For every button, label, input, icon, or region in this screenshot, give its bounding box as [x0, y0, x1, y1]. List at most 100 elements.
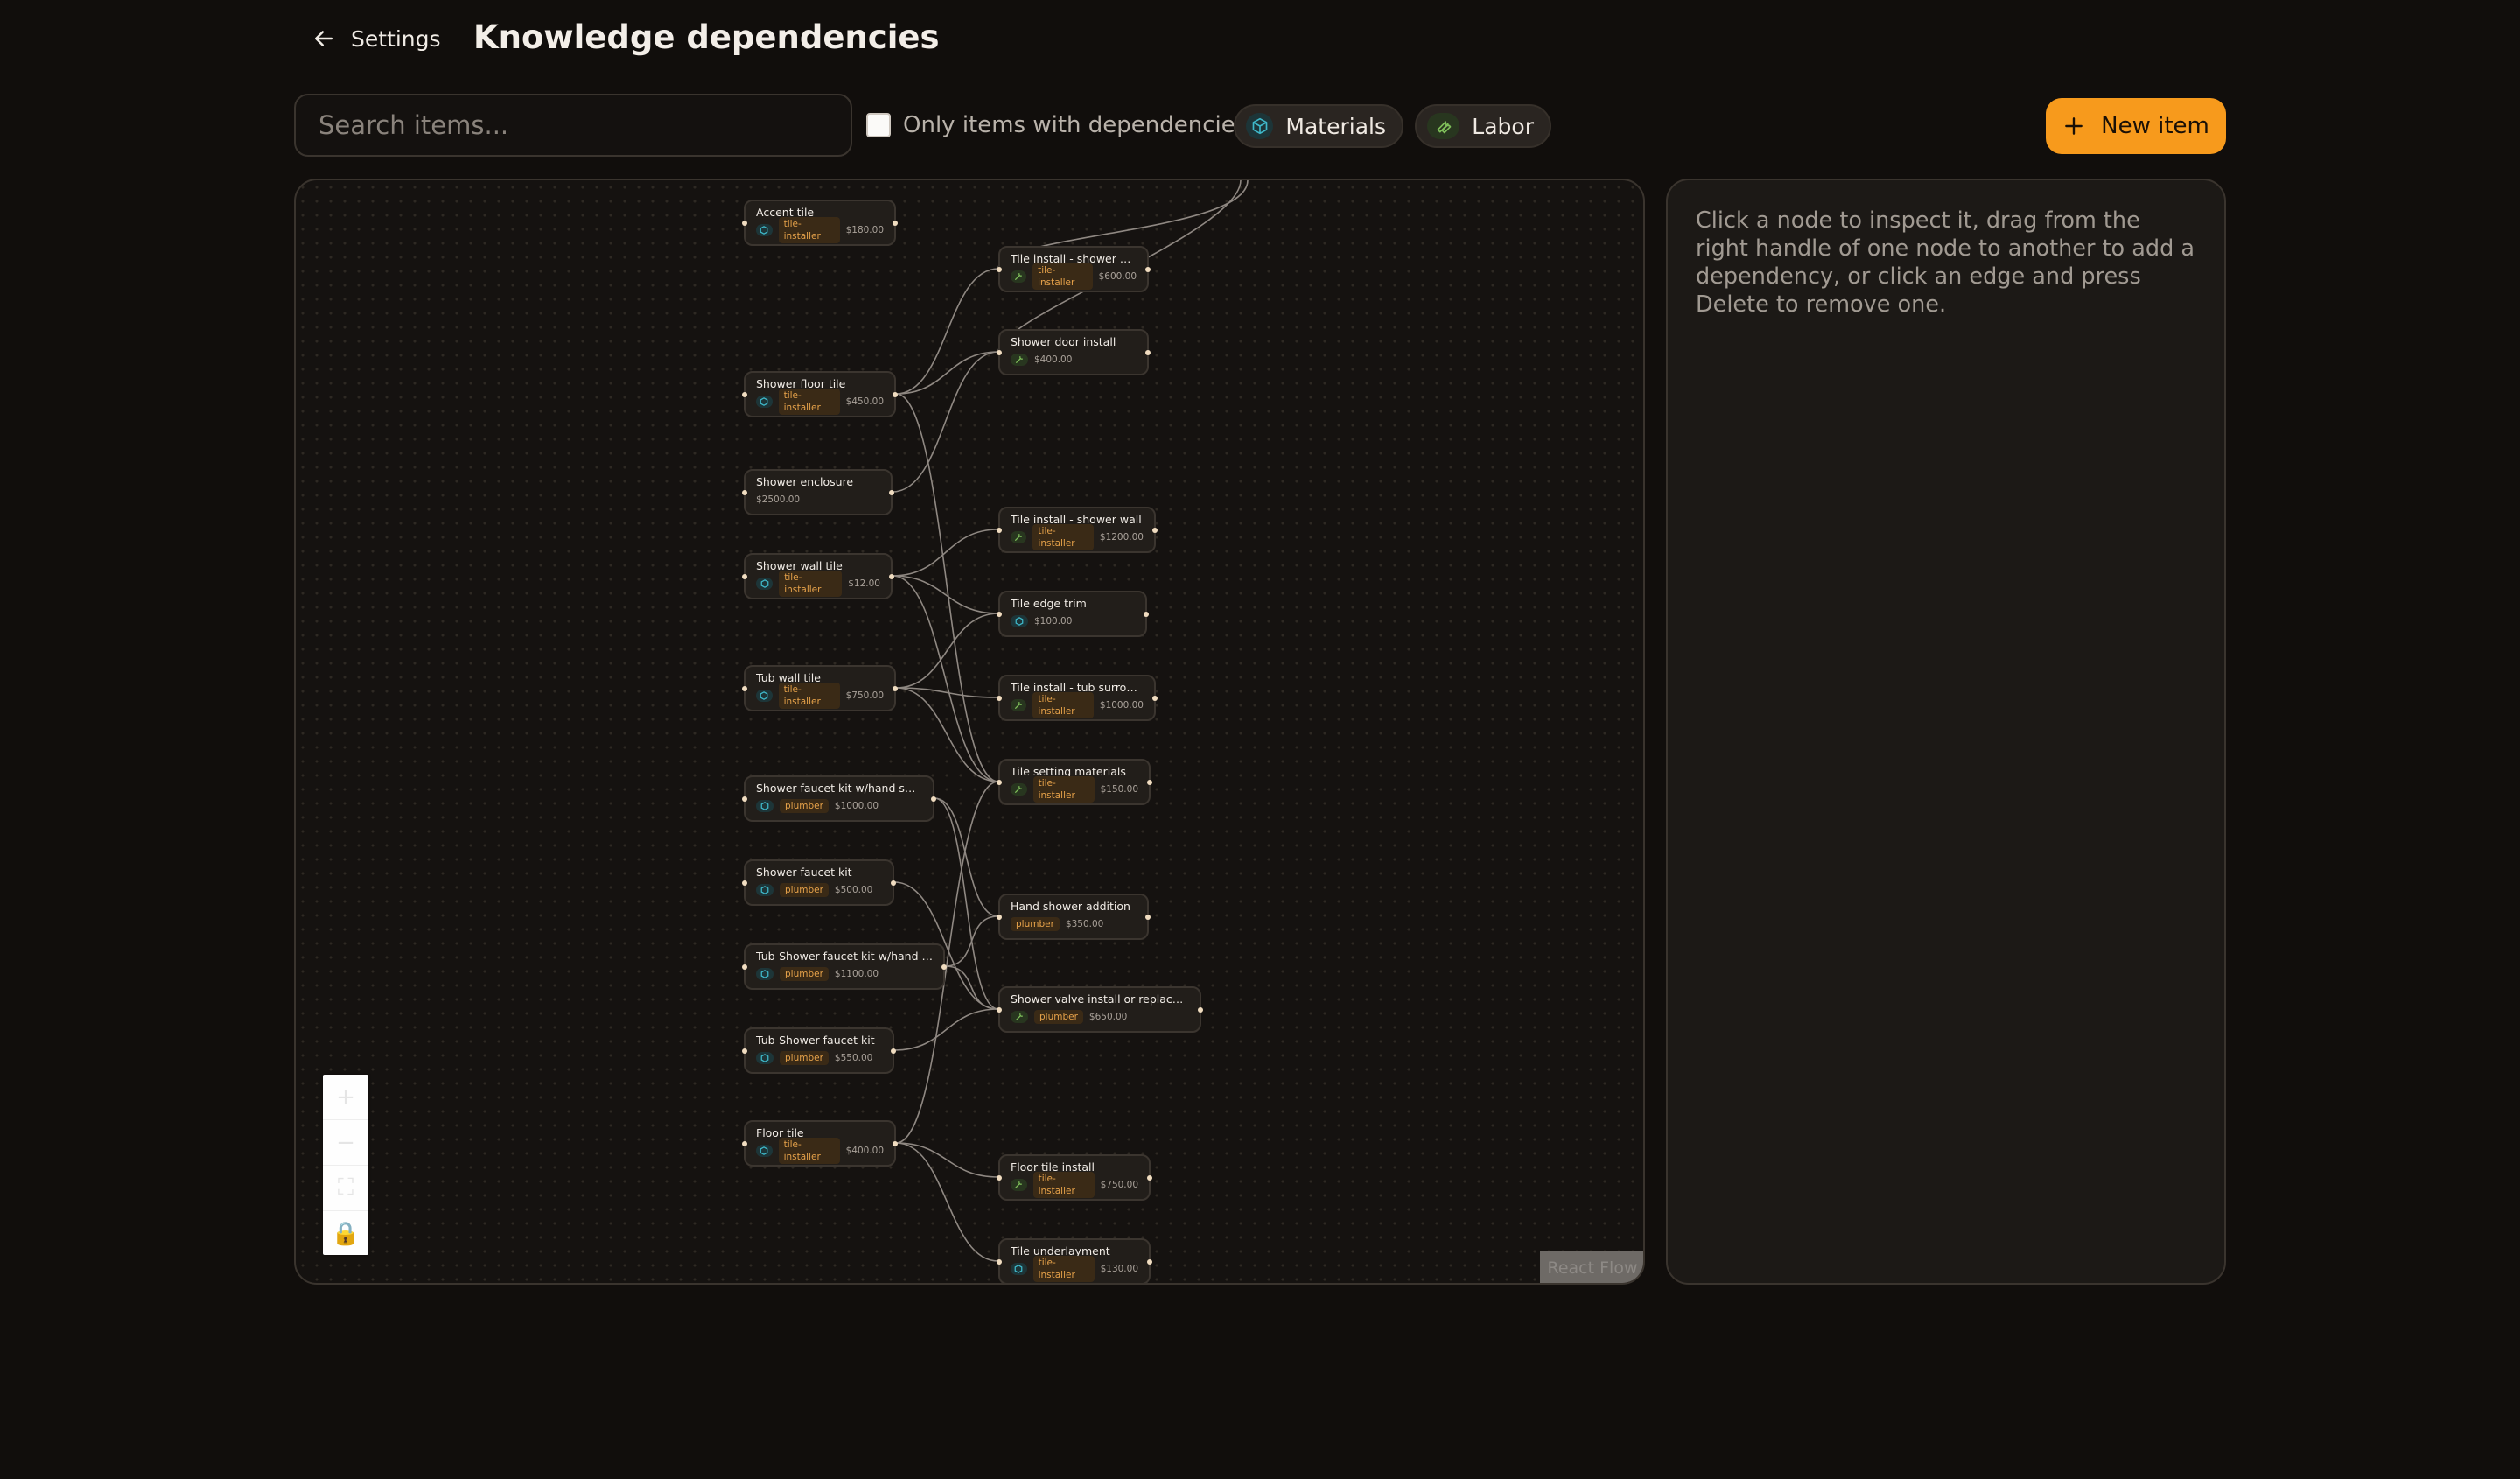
cube-icon: [1246, 113, 1274, 139]
source-handle[interactable]: [1145, 267, 1151, 272]
target-handle[interactable]: [742, 1141, 747, 1146]
target-handle[interactable]: [997, 528, 1002, 533]
node-price: $100.00: [1034, 616, 1073, 627]
materials-filter-chip[interactable]: Materials: [1234, 104, 1404, 148]
graph-edge[interactable]: [895, 351, 999, 395]
target-handle[interactable]: [742, 796, 747, 802]
search-input[interactable]: [317, 109, 830, 141]
node-label: Hand shower addition: [1011, 900, 1130, 913]
graph-edge[interactable]: [895, 613, 999, 689]
source-handle[interactable]: [892, 686, 898, 691]
source-handle[interactable]: [931, 796, 936, 802]
graph-node-shower-valve-install[interactable]: Shower valve install or replaceme... plum…: [997, 986, 1203, 1033]
graph-node-tub-shower-faucet-kit[interactable]: Tub-Shower faucet kit plumber $550.00: [742, 1027, 896, 1074]
graph-edge[interactable]: [895, 687, 999, 698]
target-handle[interactable]: [997, 780, 1002, 785]
graph-edge[interactable]: [892, 575, 999, 614]
target-handle[interactable]: [742, 1048, 747, 1054]
node-price: $180.00: [845, 225, 884, 235]
target-handle[interactable]: [997, 267, 1002, 272]
target-handle[interactable]: [997, 1259, 1002, 1265]
graph-edge[interactable]: [895, 393, 999, 782]
graph-edge[interactable]: [944, 965, 999, 1010]
graph-edge[interactable]: [895, 1142, 999, 1178]
cube-icon: [1011, 1263, 1027, 1275]
source-handle[interactable]: [889, 574, 894, 579]
node-label: Shower enclosure: [756, 475, 854, 488]
graph-node-hand-shower-addition[interactable]: Hand shower addition plumber $350.00: [997, 894, 1151, 940]
graph-node-accent-tile[interactable]: Accent tile tile-installer $180.00: [742, 200, 898, 246]
source-handle[interactable]: [892, 392, 898, 397]
source-handle[interactable]: [1147, 1259, 1152, 1265]
target-handle[interactable]: [997, 915, 1002, 920]
graph-node-shower-wall-tile[interactable]: Shower wall tile tile-installer $12.00: [742, 553, 894, 599]
target-handle[interactable]: [997, 696, 1002, 701]
source-handle[interactable]: [1198, 1007, 1203, 1013]
target-handle[interactable]: [997, 1175, 1002, 1181]
graph-edge[interactable]: [892, 575, 999, 782]
target-handle[interactable]: [742, 392, 747, 397]
target-handle[interactable]: [742, 574, 747, 579]
only-dependencies-filter[interactable]: Only items with dependencies: [866, 109, 1247, 141]
graph-node-floor-tile-install[interactable]: Floor tile install tile-installer $750.00: [997, 1154, 1152, 1201]
graph-node-tile-setting-materials[interactable]: Tile setting materials tile-installer $150…: [997, 759, 1152, 805]
target-handle[interactable]: [997, 350, 1002, 355]
source-handle[interactable]: [889, 490, 894, 495]
search-field[interactable]: [294, 94, 852, 157]
source-handle[interactable]: [1144, 612, 1149, 617]
source-handle[interactable]: [1152, 528, 1158, 533]
source-handle[interactable]: [1145, 350, 1151, 355]
dependency-graph-canvas[interactable]: Accent tile tile-installer $180.00 Tile in…: [294, 179, 1645, 1285]
graph-node-tub-wall-tile[interactable]: Tub wall tile tile-installer $750.00: [742, 665, 898, 711]
only-dependencies-checkbox[interactable]: [866, 113, 891, 137]
target-handle[interactable]: [742, 686, 747, 691]
source-handle[interactable]: [891, 1048, 896, 1054]
node-meta: tile-installer $750.00: [756, 683, 884, 709]
graph-node-tile-install-shower-floor[interactable]: Tile install - shower floor tile-installe…: [997, 246, 1151, 292]
graph-node-shower-enclosure[interactable]: Shower enclosure $2500.00: [742, 469, 894, 515]
source-handle[interactable]: [1152, 696, 1158, 701]
target-handle[interactable]: [742, 964, 747, 970]
source-handle[interactable]: [1147, 1175, 1152, 1181]
source-handle[interactable]: [1147, 780, 1152, 785]
fit-view-button[interactable]: ⛶: [323, 1166, 368, 1211]
graph-node-tile-underlayment[interactable]: Tile underlayment tile-installer $130.00: [997, 1238, 1152, 1283]
graph-edge[interactable]: [895, 268, 999, 395]
graph-edge[interactable]: [892, 529, 999, 577]
target-handle[interactable]: [742, 490, 747, 495]
source-handle[interactable]: [892, 1141, 898, 1146]
graph-node-shower-faucet-kit[interactable]: Shower faucet kit plumber $500.00: [742, 859, 896, 906]
zoom-out-button[interactable]: −: [323, 1120, 368, 1166]
node-meta: tile-installer $400.00: [756, 1138, 884, 1164]
node-price: $130.00: [1100, 1264, 1138, 1274]
new-item-button[interactable]: New item: [2046, 98, 2226, 154]
node-meta: $100.00: [1011, 613, 1135, 629]
source-handle[interactable]: [1145, 915, 1151, 920]
node-meta: plumber $550.00: [756, 1050, 882, 1066]
graph-edge[interactable]: [893, 1008, 999, 1051]
zoom-in-button[interactable]: +: [323, 1075, 368, 1120]
target-handle[interactable]: [997, 612, 1002, 617]
graph-node-tile-install-tub-surround[interactable]: Tile install - tub surround tile-installe…: [997, 675, 1158, 721]
source-handle[interactable]: [891, 880, 896, 886]
back-to-settings-link[interactable]: Settings: [311, 19, 441, 58]
graph-node-shower-door-install[interactable]: Shower door install $400.00: [997, 329, 1151, 375]
graph-node-floor-tile[interactable]: Floor tile tile-installer $400.00: [742, 1120, 898, 1167]
graph-edge[interactable]: [892, 351, 999, 493]
node-label: Shower faucet kit w/hand shower: [756, 782, 922, 795]
target-handle[interactable]: [997, 1007, 1002, 1013]
graph-node-tile-edge-trim[interactable]: Tile edge trim $100.00: [997, 591, 1149, 637]
target-handle[interactable]: [742, 221, 747, 226]
node-price: $1000.00: [1099, 700, 1144, 711]
lock-button[interactable]: 🔒: [323, 1211, 368, 1256]
react-flow-attribution[interactable]: React Flow: [1540, 1251, 1643, 1283]
graph-node-shower-floor-tile[interactable]: Shower floor tile tile-installer $450.00: [742, 371, 898, 417]
source-handle[interactable]: [892, 221, 898, 226]
target-handle[interactable]: [742, 880, 747, 886]
labor-filter-chip[interactable]: Labor: [1415, 104, 1551, 148]
node-meta: plumber $350.00: [1011, 916, 1137, 932]
graph-node-tile-install-shower-wall[interactable]: Tile install - shower wall tile-installer…: [997, 507, 1158, 553]
source-handle[interactable]: [942, 964, 947, 970]
graph-node-shower-faucet-kit-hand[interactable]: Shower faucet kit w/hand shower plumber $1…: [742, 775, 936, 822]
graph-node-tub-shower-faucet-kit-hand[interactable]: Tub-Shower faucet kit w/hand sh... plumbe…: [742, 943, 947, 990]
